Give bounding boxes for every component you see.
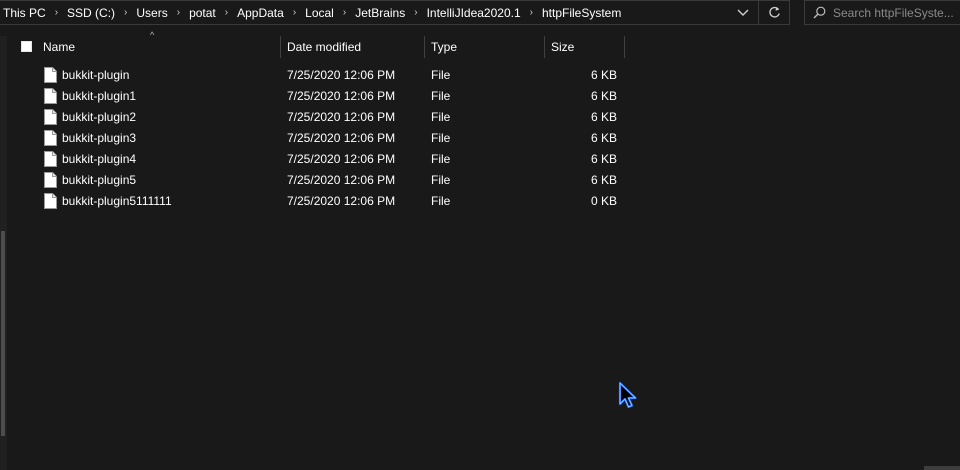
scrollbar-thumb[interactable] xyxy=(1,231,5,436)
file-icon xyxy=(44,88,57,104)
file-size: 6 KB xyxy=(590,110,617,124)
column-divider[interactable] xyxy=(424,36,425,58)
column-header-name[interactable]: Name xyxy=(43,34,278,59)
file-icon xyxy=(44,172,57,188)
file-name: bukkit-plugin3 xyxy=(62,131,137,145)
file-size: 6 KB xyxy=(590,152,617,166)
breadcrumb-item[interactable]: potat xyxy=(186,6,219,20)
column-label-size: Size xyxy=(551,39,575,54)
breadcrumb-item[interactable]: Local xyxy=(302,6,337,20)
breadcrumb: This PC › SSD (C:) › Users › potat › App… xyxy=(0,1,728,24)
file-type: File xyxy=(431,173,451,187)
column-header-date-modified[interactable]: Date modified xyxy=(287,34,422,59)
search-placeholder: Search httpFileSyste... xyxy=(833,5,954,20)
breadcrumb-separator-icon[interactable]: › xyxy=(171,7,186,18)
file-size: 0 KB xyxy=(590,194,617,208)
breadcrumb-item[interactable]: JetBrains xyxy=(352,6,408,20)
file-type: File xyxy=(431,152,451,166)
address-bar[interactable]: This PC › SSD (C:) › Users › potat › App… xyxy=(0,0,790,25)
file-row[interactable]: bukkit-plugin5 7/25/2020 12:06 PM File 6… xyxy=(0,170,640,191)
file-icon xyxy=(44,193,57,209)
file-size: 6 KB xyxy=(590,68,617,82)
column-label-name: Name xyxy=(43,39,76,54)
column-label-date: Date modified xyxy=(287,39,362,54)
file-name: bukkit-plugin5111111 xyxy=(62,194,172,208)
chevron-down-icon xyxy=(737,9,749,16)
file-name: bukkit-plugin2 xyxy=(62,110,137,124)
breadcrumb-separator-icon[interactable]: › xyxy=(337,7,352,18)
column-divider[interactable] xyxy=(280,36,281,58)
file-date-modified: 7/25/2020 12:06 PM xyxy=(287,68,396,82)
file-size: 6 KB xyxy=(590,89,617,103)
column-header-size[interactable]: Size xyxy=(551,34,621,59)
file-size: 6 KB xyxy=(590,173,617,187)
file-type: File xyxy=(431,68,451,82)
file-row[interactable]: bukkit-plugin 7/25/2020 12:06 PM File 6 … xyxy=(0,65,640,86)
file-type: File xyxy=(431,110,451,124)
file-name: bukkit-plugin5 xyxy=(62,173,137,187)
search-input[interactable]: Search httpFileSyste... xyxy=(804,0,960,25)
breadcrumb-separator-icon[interactable]: › xyxy=(49,7,64,18)
breadcrumb-separator-icon[interactable]: › xyxy=(524,7,539,18)
file-date-modified: 7/25/2020 12:06 PM xyxy=(287,131,396,145)
file-name: bukkit-plugin xyxy=(62,68,130,82)
file-icon xyxy=(44,130,57,146)
breadcrumb-item[interactable]: IntelliJIdea2020.1 xyxy=(424,6,524,20)
breadcrumb-item[interactable]: SSD (C:) xyxy=(64,6,118,20)
mouse-cursor-icon xyxy=(618,381,637,409)
search-icon xyxy=(805,6,833,19)
recent-locations-button[interactable] xyxy=(728,1,758,25)
breadcrumb-separator-icon[interactable]: › xyxy=(118,7,133,18)
breadcrumb-separator-icon[interactable]: › xyxy=(287,7,302,18)
file-date-modified: 7/25/2020 12:06 PM xyxy=(287,89,396,103)
file-row[interactable]: bukkit-plugin1 7/25/2020 12:06 PM File 6… xyxy=(0,86,640,107)
refresh-icon xyxy=(768,6,780,18)
breadcrumb-item[interactable]: Users xyxy=(133,6,170,20)
breadcrumb-item[interactable]: This PC xyxy=(0,6,49,20)
file-date-modified: 7/25/2020 12:06 PM xyxy=(287,152,396,166)
file-size: 6 KB xyxy=(590,131,617,145)
file-type: File xyxy=(431,89,451,103)
file-icon xyxy=(44,109,57,125)
file-row[interactable]: bukkit-plugin3 7/25/2020 12:06 PM File 6… xyxy=(0,128,640,149)
refresh-button[interactable] xyxy=(758,0,789,25)
file-row[interactable]: bukkit-plugin5111111 7/25/2020 12:06 PM … xyxy=(0,191,640,212)
file-row[interactable]: bukkit-plugin4 7/25/2020 12:06 PM File 6… xyxy=(0,149,640,170)
column-header-type[interactable]: Type xyxy=(431,34,541,59)
breadcrumb-item[interactable]: httpFileSystem xyxy=(539,6,624,20)
file-list: bukkit-plugin 7/25/2020 12:06 PM File 6 … xyxy=(0,65,640,212)
file-type: File xyxy=(431,194,451,208)
column-header: ^ Name Date modified Type Size xyxy=(10,30,630,59)
file-row[interactable]: bukkit-plugin2 7/25/2020 12:06 PM File 6… xyxy=(0,107,640,128)
breadcrumb-separator-icon[interactable]: › xyxy=(219,7,234,18)
file-date-modified: 7/25/2020 12:06 PM xyxy=(287,194,396,208)
file-icon xyxy=(44,151,57,167)
horizontal-scrollbar-thumb[interactable] xyxy=(924,466,960,470)
select-all-checkbox[interactable] xyxy=(21,41,32,52)
file-name: bukkit-plugin1 xyxy=(62,89,137,103)
breadcrumb-item[interactable]: AppData xyxy=(234,6,287,20)
file-name: bukkit-plugin4 xyxy=(62,152,137,166)
file-type: File xyxy=(431,131,451,145)
file-icon xyxy=(44,67,57,83)
column-divider[interactable] xyxy=(544,36,545,58)
file-date-modified: 7/25/2020 12:06 PM xyxy=(287,173,396,187)
file-date-modified: 7/25/2020 12:06 PM xyxy=(287,110,396,124)
column-label-type: Type xyxy=(431,39,458,54)
column-divider[interactable] xyxy=(624,36,625,58)
breadcrumb-separator-icon[interactable]: › xyxy=(408,7,423,18)
